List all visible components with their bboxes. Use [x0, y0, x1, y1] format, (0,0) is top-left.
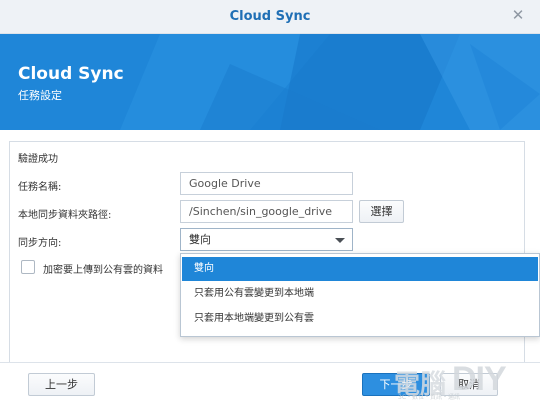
- browse-button[interactable]: 選擇: [359, 200, 404, 223]
- sync-direction-select[interactable]: 雙向: [180, 228, 353, 251]
- banner-title: Cloud Sync: [18, 64, 124, 84]
- window-title: Cloud Sync: [229, 9, 311, 24]
- chevron-down-icon: [335, 238, 345, 243]
- sync-direction-dropdown: 雙向 只套用公有雲變更到本地端 只套用本地端變更到公有雲: [180, 253, 540, 337]
- task-name-label: 任務名稱:: [18, 182, 62, 193]
- encrypt-label: 加密要上傳到公有雲的資料: [43, 265, 163, 276]
- back-button[interactable]: 上一步: [28, 373, 95, 396]
- header-banner: Cloud Sync 任務設定: [0, 34, 540, 130]
- watermark-main: DIY: [452, 360, 507, 398]
- cloud-sync-dialog: Cloud Sync ✕ Cloud Sync 任務設定 驗證成功 任務名稱: …: [0, 0, 540, 405]
- title-bar: Cloud Sync ✕: [0, 0, 540, 34]
- sync-direction-label: 同步方向:: [18, 238, 62, 249]
- close-icon[interactable]: ✕: [510, 7, 526, 23]
- local-path-label: 本地同步資料夾路徑:: [18, 210, 112, 221]
- task-name-input[interactable]: Google Drive: [180, 172, 353, 195]
- watermark-sub: 3C・數位・資訊・通訊: [398, 394, 461, 401]
- watermark-logo: 電腦 DIY 3C・數位・資訊・通訊: [388, 360, 538, 404]
- verification-status: 驗證成功: [18, 154, 58, 165]
- dropdown-option-two-way[interactable]: 雙向: [182, 257, 538, 281]
- dropdown-option-local-to-cloud[interactable]: 只套用本地端變更到公有雲: [182, 307, 538, 331]
- dropdown-option-cloud-to-local[interactable]: 只套用公有雲變更到本地端: [182, 282, 538, 306]
- banner-subtitle: 任務設定: [18, 89, 62, 102]
- local-path-input[interactable]: /Sinchen/sin_google_drive: [180, 200, 353, 223]
- encrypt-checkbox[interactable]: [21, 260, 35, 274]
- sync-direction-value: 雙向: [189, 233, 211, 246]
